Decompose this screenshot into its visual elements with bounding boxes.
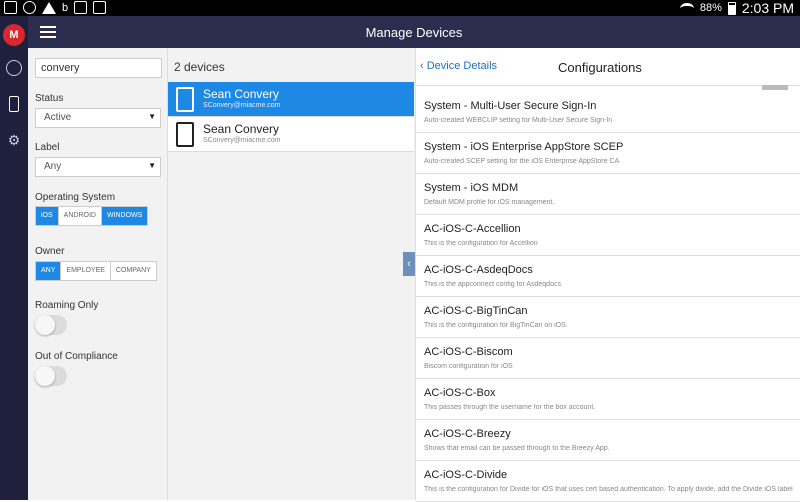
configuration-name: AC-iOS-C-Breezy <box>424 428 511 440</box>
device-owner-email: SConvery@miacme.com <box>203 137 281 144</box>
configuration-row[interactable]: System - iOS Enterprise AppStore SCEP Aut… <box>416 133 800 174</box>
configuration-name: System - iOS Enterprise AppStore SCEP <box>424 141 624 153</box>
configuration-name: AC-iOS-C-Accellion <box>424 223 521 235</box>
configuration-description: Auto-created SCEP setting for the iOS En… <box>424 158 620 165</box>
device-list-panel: 2 devices Sean Convery SConvery@miacme.c… <box>168 48 415 500</box>
configuration-name: System - iOS MDM <box>424 182 519 194</box>
back-to-device-details-link[interactable]: ‹ Device Details <box>420 60 497 72</box>
b-notification-icon: b <box>62 1 69 14</box>
configurations-header: ‹ Device Details Configurations <box>416 48 800 86</box>
status-bar: b 88% 2:03 PM <box>0 0 800 16</box>
status-select-value: Active <box>44 112 72 123</box>
owner-option-any[interactable]: ANY <box>36 262 62 280</box>
configurations-title: Configurations <box>558 60 642 75</box>
top-bar: Manage Devices <box>28 16 800 48</box>
configuration-description: Auto-created WEBCLIP setting for Multi-U… <box>424 117 613 124</box>
dropdown-arrow-icon: ▼ <box>148 161 156 170</box>
configuration-row[interactable]: AC-iOS-C-Biscom Biscom configuration for … <box>416 338 800 379</box>
wifi-icon <box>679 2 694 14</box>
device-row[interactable]: Sean Convery SConvery@miacme.com <box>168 82 414 117</box>
owner-segmented-control: ANY EMPLOYEE COMPANY <box>35 261 157 281</box>
configuration-row[interactable]: AC-iOS-C-Box This passes through the user… <box>416 379 800 420</box>
label-label: Label <box>35 142 60 153</box>
ios-device-icon <box>176 122 194 147</box>
configuration-description: Shows that email can be passed through t… <box>424 445 610 452</box>
configuration-description: Default MDM profile for iOS management. <box>424 199 555 206</box>
device-row[interactable]: Sean Convery SConvery@miacme.com <box>168 117 414 152</box>
roaming-toggle[interactable] <box>35 315 67 335</box>
devices-icon[interactable] <box>9 96 19 112</box>
ios-device-icon <box>176 87 194 112</box>
roaming-label: Roaming Only <box>35 300 99 311</box>
owner-option-employee[interactable]: EMPLOYEE <box>61 262 111 280</box>
configuration-name: AC-iOS-C-AsdeqDocs <box>424 264 533 276</box>
configuration-row[interactable]: AC-iOS-C-Accellion This is the configurat… <box>416 215 800 256</box>
owner-label: Owner <box>35 246 65 257</box>
configuration-description: This is the appconnect config for Asdeqd… <box>424 281 561 288</box>
configuration-row[interactable]: System - iOS MDM Default MDM profile for … <box>416 174 800 215</box>
configuration-description: Biscom configuration for iOS <box>424 363 513 370</box>
circle-notification-icon <box>23 1 36 14</box>
filter-panel: Status Active ▼ Label Any ▼ Operating Sy… <box>28 48 168 500</box>
configuration-description: This is the configuration for Divide for… <box>424 486 793 493</box>
configuration-name: AC-iOS-C-Box <box>424 387 496 399</box>
toggle-knob <box>35 315 55 335</box>
configuration-name: AC-iOS-C-Biscom <box>424 346 513 358</box>
scroll-indicator <box>762 85 788 90</box>
configurations-panel: ‹ Device Details Configurations System -… <box>415 48 800 502</box>
collapse-panel-button[interactable]: ‹ <box>403 252 415 276</box>
configuration-row[interactable]: AC-iOS-C-Divide This is the configuration… <box>416 461 800 502</box>
os-option-windows[interactable]: WINDOWS <box>101 207 148 225</box>
mobileiron-logo-icon[interactable]: M <box>3 24 25 46</box>
dropdown-arrow-icon: ▼ <box>148 112 156 121</box>
warning-notification-icon <box>42 1 56 14</box>
battery-percent: 88% <box>699 2 722 14</box>
configuration-row[interactable]: AC-iOS-C-Breezy Shows that email can be p… <box>416 420 800 461</box>
toggle-knob <box>35 366 55 386</box>
os-label: Operating System <box>35 192 116 203</box>
compliance-toggle[interactable] <box>35 366 67 386</box>
configuration-row[interactable]: AC-iOS-C-BigTinCan This is the configurat… <box>416 297 800 338</box>
configuration-name: AC-iOS-C-BigTinCan <box>424 305 528 317</box>
compliance-label: Out of Compliance <box>35 351 118 362</box>
os-option-ios[interactable]: iOS <box>36 207 59 225</box>
search-input[interactable] <box>35 58 162 78</box>
label-select-value: Any <box>44 161 62 172</box>
nav-rail: M ⚙ <box>0 16 28 500</box>
configuration-row[interactable]: System - Multi-User Secure Sign-In Auto-c… <box>416 92 800 133</box>
configuration-description: This passes through the username for the… <box>424 404 596 411</box>
label-select[interactable]: Any ▼ <box>35 157 161 177</box>
configuration-name: AC-iOS-C-Divide <box>424 469 508 481</box>
image-notification-icon <box>4 1 17 14</box>
os-segmented-control: iOS ANDROID WINDOWS <box>35 206 149 226</box>
configuration-description: This is the configuration for Accellion <box>424 240 538 247</box>
clock-time: 2:03 PM <box>741 0 794 16</box>
device-owner-email: SConvery@miacme.com <box>203 102 281 109</box>
status-select[interactable]: Active ▼ <box>35 108 161 128</box>
owner-option-company[interactable]: COMPANY <box>111 262 156 280</box>
device-owner-name: Sean Convery <box>203 122 280 136</box>
back-label: Device Details <box>426 60 498 72</box>
configuration-row[interactable]: AC-iOS-C-AsdeqDocs This is the appconnect… <box>416 256 800 297</box>
battery-icon <box>727 1 736 15</box>
lock-notification-icon <box>74 1 88 14</box>
os-option-android[interactable]: ANDROID <box>59 207 102 225</box>
status-label: Status <box>35 93 64 104</box>
device-owner-name: Sean Convery <box>203 87 280 101</box>
dashboard-icon[interactable] <box>6 60 22 76</box>
page-title: Manage Devices <box>365 25 463 40</box>
configuration-name: System - Multi-User Secure Sign-In <box>424 100 597 112</box>
briefcase-notification-icon <box>93 1 107 14</box>
gear-icon[interactable]: ⚙ <box>6 132 22 148</box>
device-count: 2 devices <box>174 60 225 74</box>
configuration-description: This is the configuration for BigTinCan … <box>424 322 568 329</box>
